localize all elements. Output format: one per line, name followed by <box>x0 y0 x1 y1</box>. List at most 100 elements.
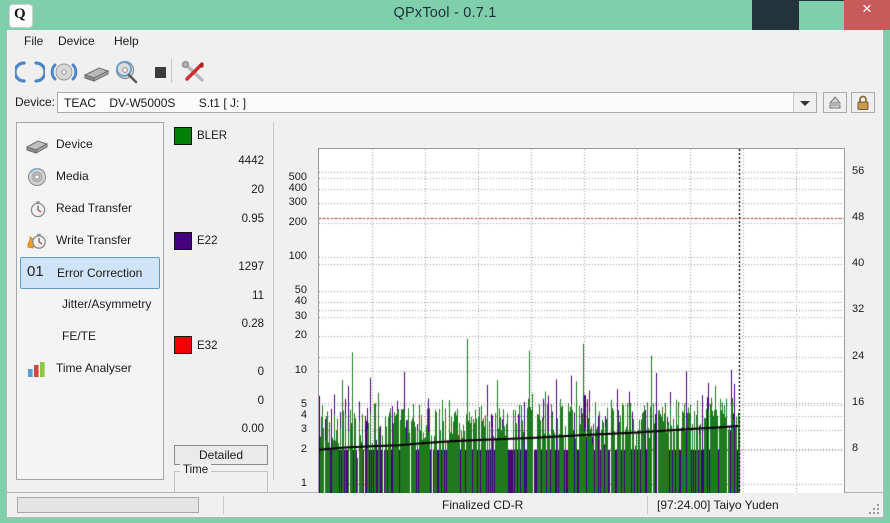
y-tick-left: 10 <box>294 363 307 376</box>
refresh-icon[interactable] <box>13 57 47 87</box>
flame-stopwatch-icon <box>26 231 48 251</box>
e32-avg-value: 0.00 <box>241 423 264 435</box>
legend-label-bler: BLER <box>197 130 228 142</box>
menu-item-help[interactable]: Help <box>107 33 146 50</box>
sidebar-item-fe-te[interactable]: FE/TE <box>20 321 160 353</box>
status-separator <box>647 496 648 514</box>
minimize-button[interactable] <box>752 0 798 30</box>
detailed-button[interactable]: Detailed <box>174 445 268 465</box>
legend-swatch-e22 <box>174 232 192 250</box>
bler-avg-value: 0.95 <box>241 213 264 225</box>
drive-icon <box>25 135 49 155</box>
sidebar: Device Media Read Transfer Write Transfe… <box>16 122 164 480</box>
stats-panel: BLER 4442 20 0.95 E22 1297 11 0.28 E32 0… <box>170 122 274 515</box>
disc-icon <box>26 167 48 187</box>
y-tick-left: 3 <box>300 422 307 435</box>
toolbar-separator <box>171 59 172 83</box>
y-tick-right: 16 <box>852 395 865 408</box>
menu-bar: File Device Help <box>7 30 883 53</box>
e22-total-value: 1297 <box>238 261 264 273</box>
resize-grip[interactable] <box>869 504 879 514</box>
sidebar-item-jitter-asymmetry[interactable]: Jitter/Asymmetry <box>20 289 160 321</box>
sidebar-item-device[interactable]: Device <box>20 129 160 161</box>
y-tick-left: 50 <box>294 284 307 297</box>
app-window: Q QPxTool - 0.7.1 × File Device Help Dev… <box>0 0 890 523</box>
sidebar-item-label: Write Transfer <box>56 233 132 247</box>
sidebar-item-label: Device <box>56 137 93 151</box>
e32-total-value: 0 <box>257 366 264 378</box>
sidebar-item-error-correction[interactable]: 01 Error Correction <box>20 257 160 289</box>
y-tick-left: 1 <box>300 477 307 489</box>
y-tick-right: 56 <box>852 165 865 178</box>
plot-area[interactable] <box>318 148 845 496</box>
device-label: Device: <box>15 95 56 109</box>
y-tick-right: 40 <box>852 257 865 270</box>
time-caption: Time <box>180 464 212 476</box>
y-tick-left: 400 <box>288 181 307 194</box>
plot-canvas[interactable] <box>319 149 844 495</box>
status-separator <box>223 496 224 514</box>
sidebar-item-time-analyser[interactable]: Time Analyser <box>20 353 160 385</box>
progress-bar <box>17 497 199 513</box>
y-tick-left: 300 <box>288 196 307 209</box>
inspect-disc-icon[interactable] <box>111 57 141 87</box>
lock-icon[interactable] <box>851 92 875 113</box>
legend-swatch-bler <box>174 127 192 145</box>
y-tick-left: 40 <box>294 295 307 308</box>
bar-chart-icon <box>26 359 48 379</box>
y-tick-right: 8 <box>852 441 859 454</box>
legend-label-e22: E22 <box>197 235 218 247</box>
sidebar-item-label: Read Transfer <box>56 201 133 215</box>
menu-item-file[interactable]: File <box>17 33 50 50</box>
title-bar: Q QPxTool - 0.7.1 × <box>0 0 890 32</box>
toolbar <box>7 52 883 91</box>
y-tick-left: 500 <box>288 170 307 183</box>
client-area: File Device Help Device: TEAC DV-W5000S … <box>6 30 884 515</box>
close-icon: × <box>862 0 872 18</box>
scan-disc-icon[interactable] <box>49 57 79 87</box>
maximize-button[interactable] <box>798 0 846 32</box>
bler-total-value: 4442 <box>238 155 264 167</box>
sidebar-item-label: Media <box>56 169 89 183</box>
stopwatch-icon <box>26 199 48 219</box>
y-tick-right: 24 <box>852 349 865 362</box>
disc-info-text: [97:24.00] Taiyo Yuden <box>657 498 779 512</box>
chevron-down-icon[interactable] <box>793 93 816 112</box>
sidebar-item-write-transfer[interactable]: Write Transfer <box>20 225 160 257</box>
eject-icon[interactable] <box>823 92 847 113</box>
sidebar-item-media[interactable]: Media <box>20 161 160 193</box>
status-bar: Finalized CD-R [97:24.00] Taiyo Yuden <box>6 493 884 518</box>
e22-avg-value: 0.28 <box>241 318 264 330</box>
y-tick-left: 200 <box>288 216 307 229</box>
y-tick-left: 4 <box>300 408 307 421</box>
y-tick-left: 100 <box>288 250 307 263</box>
minimize-icon <box>752 0 798 30</box>
device-combobox-value: TEAC DV-W5000S S.t1 [ J: ] <box>64 96 247 110</box>
close-button[interactable]: × <box>844 0 890 30</box>
sidebar-item-label: Error Correction <box>57 266 143 280</box>
y-tick-right: 32 <box>852 303 865 316</box>
y-tick-left: 20 <box>294 329 307 342</box>
maximize-icon <box>798 0 846 32</box>
sidebar-nav: Device Media Read Transfer Write Transfe… <box>20 129 160 385</box>
menu-item-device[interactable]: Device <box>51 33 102 50</box>
e32-max-value: 0 <box>257 395 264 407</box>
media-type-text: Finalized CD-R <box>442 498 524 512</box>
settings-icon[interactable] <box>179 57 209 87</box>
sidebar-item-label: Time Analyser <box>56 361 132 375</box>
device-bar: Device: TEAC DV-W5000S S.t1 [ J: ] <box>7 90 883 116</box>
legend-label-e32: E32 <box>197 340 218 352</box>
y-tick-left: 2 <box>300 442 307 455</box>
e22-max-value: 11 <box>252 290 264 302</box>
sidebar-item-read-transfer[interactable]: Read Transfer <box>20 193 160 225</box>
legend-swatch-e32 <box>174 336 192 354</box>
y-tick-left: 5 <box>300 397 307 410</box>
device-combobox[interactable]: TEAC DV-W5000S S.t1 [ J: ] <box>57 92 817 113</box>
y-tick-left: 30 <box>294 309 307 322</box>
bler-max-value: 20 <box>251 184 264 196</box>
error-correction-chart: 1 2 3 4 5 10 20 30 40 50 100 200 300 400 500 8 16 24 32 40… <box>279 122 875 515</box>
eject-drive-icon[interactable] <box>81 57 111 87</box>
sidebar-item-label: FE/TE <box>62 329 97 343</box>
y-tick-right: 48 <box>852 211 865 224</box>
sidebar-item-label: Jitter/Asymmetry <box>62 297 152 311</box>
